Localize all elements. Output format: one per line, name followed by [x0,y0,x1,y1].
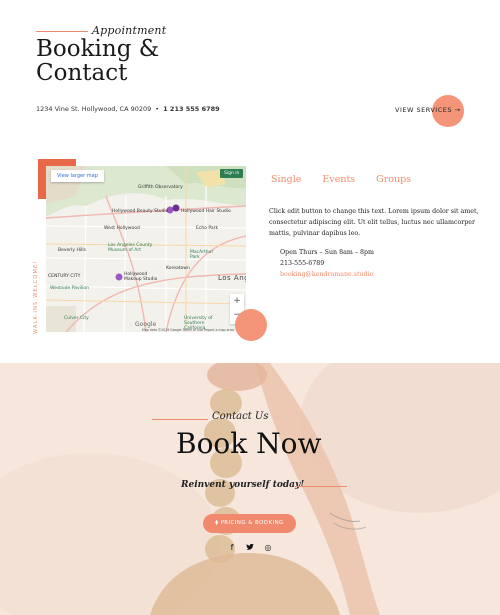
decorative-line [152,419,208,420]
instagram-icon[interactable]: ◎ [264,543,272,553]
tab-single[interactable]: Single [271,174,301,185]
separator: • [155,105,160,113]
opening-hours: Open Thurs – Sun 8am – 8pm [280,249,374,256]
book-now-heading: Book Now [176,427,322,460]
twitter-bird-shape [246,543,254,550]
zoom-in-button[interactable]: + [230,294,244,308]
social-links: f ◎ [228,543,272,553]
view-services-label: VIEW SERVICES [395,106,452,114]
map-label-lacma: Los Angeles County Museum of Art [108,243,153,253]
map-marker-icon [172,204,180,212]
map-label-los-angeles: Los Angeles [218,274,246,282]
contact-email-link[interactable]: booking@kendramane.studio [280,269,374,280]
map-label-beverly-hills: Beverly Hills [58,248,86,253]
contact-details: Open Thurs – Sun 8am – 8pm 213-555-6789 … [280,247,374,280]
map-footer-text[interactable]: Map data ©2019 Google Terms of Use Repor… [142,328,234,332]
address-text: 1234 Vine St. Hollywood, CA 90209 [36,105,152,113]
twitter-icon[interactable] [246,543,254,553]
tab-groups[interactable]: Groups [376,174,411,185]
map-decorative-circle [235,309,267,341]
contact-phone[interactable]: 213-555-6789 [280,258,374,269]
facebook-icon[interactable]: f [228,543,236,553]
map-marker-icon [115,273,123,281]
view-larger-map-link[interactable]: View larger map [51,170,104,182]
google-logo: Google [135,321,157,328]
map-sign-in-button[interactable]: Sign in [220,169,244,178]
phone-link[interactable]: 1 213 555 6789 [163,105,220,113]
decorative-line [36,31,88,32]
pricing-booking-button[interactable]: ⧫ PRICING & BOOKING [203,514,296,533]
decorative-line [295,486,347,487]
header-section: Appointment Booking & Contact 1234 Vine … [0,0,500,160]
address-line: 1234 Vine St. Hollywood, CA 90209 • 1 213 … [36,105,220,113]
title-line-2: Contact [36,60,128,86]
title-line-1: Booking & [36,36,160,62]
walk-ins-vertical-label: WALK-INS WELCOME! [33,260,39,334]
description-text: Click edit button to change this text. L… [269,208,479,237]
map-label-beauty-studio: Hollywood Beauty Studio [112,209,169,214]
map-label-macarthur: MacArthur Park [190,250,214,260]
map-label-culver: Culver City [64,316,89,321]
google-map[interactable]: View larger map Sign in Griffith Observa… [46,166,246,332]
map-label-koreatown: Koreatown [166,266,190,271]
booking-tabs: Single Events Groups [271,174,411,185]
book-now-hero: Contact Us Book Now Reinvent yourself to… [0,363,500,615]
tagline: Reinvent yourself today! [181,480,305,490]
map-label-hair-studio: Hollywood Hair Studio [181,209,231,214]
view-services-button[interactable]: VIEW SERVICES → [395,106,461,114]
contact-us-script: Contact Us [212,411,269,422]
arrow-right-icon: → [454,106,461,114]
page-title: Booking & Contact [36,37,159,85]
map-label-west-hollywood: West Hollywood [104,226,140,231]
map-label-makeup-studio: Hollywood Makeup Studio [124,272,158,282]
map-label-echo-park: Echo Park [196,226,219,231]
tab-events[interactable]: Events [322,174,355,185]
map-label-griffith: Griffith Observatory [138,185,183,190]
map-label-century-city: CENTURY CITY [48,274,81,279]
map-label-westside: Westside Pavilion [50,286,90,291]
